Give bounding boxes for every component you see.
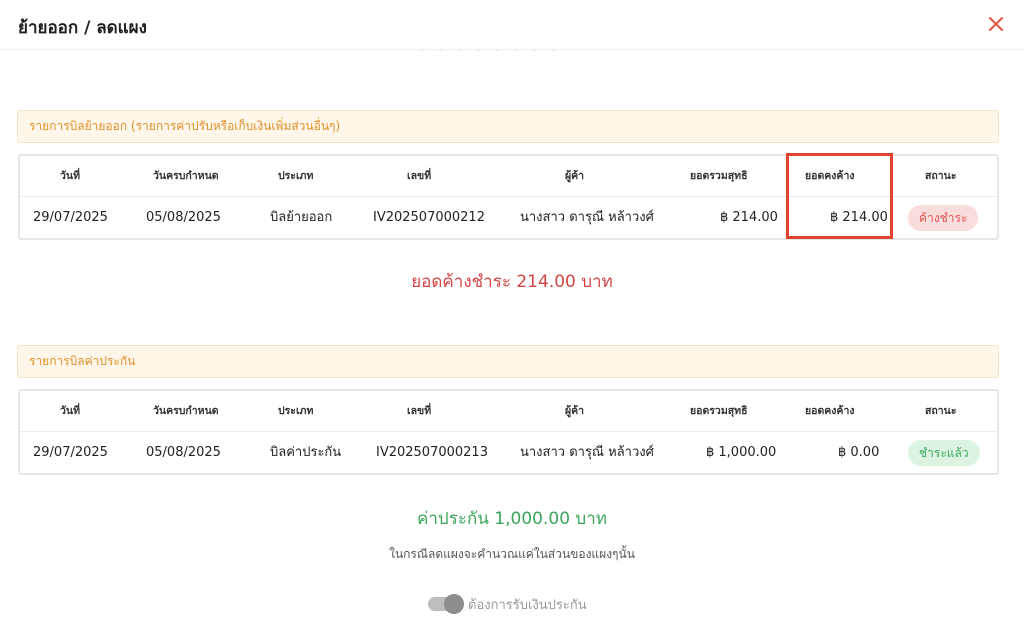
cell-net-total: ฿ 214.00 bbox=[720, 210, 778, 225]
cell-vendor: นางสาว ดารุณี หล้าวงศ์ bbox=[520, 445, 654, 460]
col-due-date: วันครบกำหนด bbox=[153, 170, 219, 182]
cell-outstanding: ฿ 214.00 bbox=[830, 210, 888, 225]
reduce-stall-note: ในกรณีลดแผงจะคำนวณแค่ในส่วนของแผงๆนั้น bbox=[389, 547, 635, 561]
move-out-table: วันที่ วันครบกำหนด ประเภท เลขที่ ผู้ค้า … bbox=[18, 154, 999, 240]
modal-title: ย้ายออก / ลดแผง bbox=[18, 18, 147, 38]
cell-type: บิลย้ายออก bbox=[270, 210, 333, 225]
toggle-label: ต้องการรับเงินประกัน bbox=[468, 597, 587, 613]
table-row[interactable]: 29/07/2025 05/08/2025 บิลค่าประกัน IV202… bbox=[20, 432, 997, 473]
receive-deposit-toggle[interactable]: ต้องการรับเงินประกัน bbox=[428, 594, 587, 614]
col-due-date: วันครบกำหนด bbox=[153, 405, 219, 417]
col-date: วันที่ bbox=[60, 170, 80, 182]
cell-status: ชำระแล้ว bbox=[908, 432, 980, 473]
cell-date: 29/07/2025 bbox=[33, 445, 108, 460]
cell-number: IV202507000212 bbox=[373, 210, 485, 225]
col-status: สถานะ bbox=[925, 170, 957, 182]
col-outstanding: ยอดคงค้าง bbox=[805, 405, 855, 417]
table-header-row: วันที่ วันครบกำหนด ประเภท เลขที่ ผู้ค้า … bbox=[20, 156, 997, 197]
deposit-section-title: รายการบิลค่าประกัน bbox=[17, 345, 999, 378]
col-net-total: ยอดรวมสุทธิ bbox=[690, 405, 748, 417]
col-type: ประเภท bbox=[278, 170, 314, 182]
col-date: วันที่ bbox=[60, 405, 80, 417]
cell-type: บิลค่าประกัน bbox=[270, 445, 342, 460]
col-type: ประเภท bbox=[278, 405, 314, 417]
table-row[interactable]: 29/07/2025 05/08/2025 บิลย้ายออก IV20250… bbox=[20, 197, 997, 238]
col-net-total: ยอดรวมสุทธิ bbox=[690, 170, 748, 182]
toggle-knob bbox=[444, 594, 464, 614]
col-status: สถานะ bbox=[925, 405, 957, 417]
col-vendor: ผู้ค้า bbox=[565, 405, 585, 417]
toggle-switch[interactable] bbox=[428, 594, 464, 614]
deposit-total: ค่าประกัน 1,000.00 บาท bbox=[417, 509, 607, 529]
cell-vendor: นางสาว ดารุณี หล้าวงศ์ bbox=[520, 210, 654, 225]
scroll-indicator: - - - - - - - - bbox=[420, 45, 562, 56]
outstanding-total: ยอดค้างชำระ 214.00 บาท bbox=[411, 272, 613, 292]
close-icon[interactable] bbox=[984, 12, 1008, 36]
deposit-table: วันที่ วันครบกำหนด ประเภท เลขที่ ผู้ค้า … bbox=[18, 389, 999, 475]
table-header-row: วันที่ วันครบกำหนด ประเภท เลขที่ ผู้ค้า … bbox=[20, 391, 997, 432]
status-badge: ชำระแล้ว bbox=[908, 439, 980, 466]
cell-due-date: 05/08/2025 bbox=[146, 445, 221, 460]
modal-header: ย้ายออก / ลดแผง bbox=[0, 0, 1024, 50]
col-number: เลขที่ bbox=[407, 170, 432, 182]
cell-net-total: ฿ 1,000.00 bbox=[706, 445, 777, 460]
col-number: เลขที่ bbox=[407, 405, 432, 417]
cell-date: 29/07/2025 bbox=[33, 210, 108, 225]
col-vendor: ผู้ค้า bbox=[565, 170, 585, 182]
cell-number: IV202507000213 bbox=[376, 445, 488, 460]
cell-outstanding: ฿ 0.00 bbox=[838, 445, 880, 460]
cell-due-date: 05/08/2025 bbox=[146, 210, 221, 225]
status-badge: ค้างชำระ bbox=[908, 204, 979, 231]
col-outstanding: ยอดคงค้าง bbox=[805, 170, 855, 182]
move-out-section-title: รายการบิลย้ายออก (รายการค่าปรับหรือเก็บเ… bbox=[17, 110, 999, 143]
cell-status: ค้างชำระ bbox=[908, 197, 979, 238]
